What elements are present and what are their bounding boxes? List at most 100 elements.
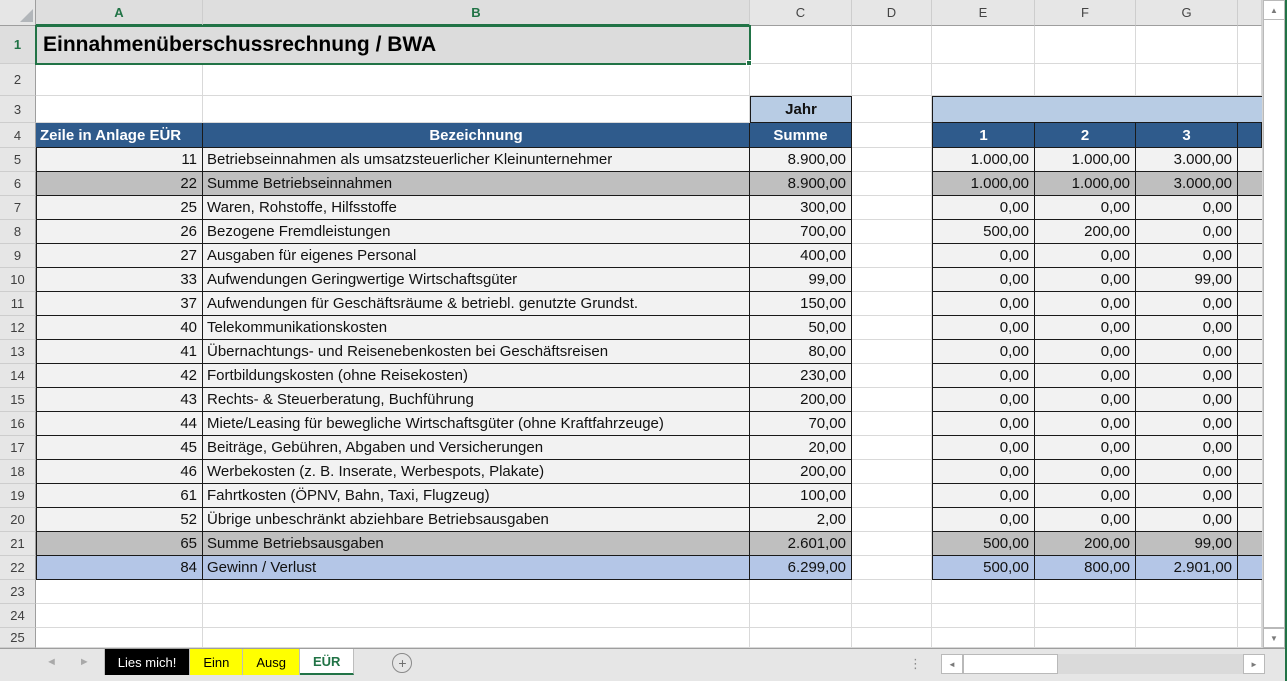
cell-zeile[interactable]: 84 [36,556,203,580]
cell-zeile[interactable]: 43 [36,388,203,412]
cell-summe[interactable]: 2.601,00 [750,532,852,556]
tab-scroll-left-icon[interactable]: ◄ [46,656,57,668]
sheet-tab[interactable]: Lies mich! [105,649,191,675]
row-header[interactable]: 14 [0,364,36,388]
cell-summe[interactable]: 300,00 [750,196,852,220]
cell-f2[interactable] [1035,64,1136,96]
cell-bezeichnung[interactable]: Miete/Leasing für bewegliche Wirtschafts… [203,412,750,436]
cell-month3[interactable]: 0,00 [1136,484,1238,508]
header-bezeichnung-cell[interactable]: Bezeichnung [203,123,750,148]
row-header[interactable]: 20 [0,508,36,532]
row-header-1[interactable]: 1 [0,26,36,64]
cell-gap[interactable] [852,556,932,580]
row-header[interactable]: 10 [0,268,36,292]
column-header-d[interactable]: D [852,0,932,26]
cell-summe[interactable]: 20,00 [750,436,852,460]
cell-month1[interactable]: 0,00 [932,388,1035,412]
cell-gap[interactable] [852,172,932,196]
row-header[interactable]: 7 [0,196,36,220]
cell-c2[interactable] [750,64,852,96]
cell-bezeichnung[interactable]: Gewinn / Verlust [203,556,750,580]
column-header-a[interactable]: A [36,0,203,26]
cell-partial[interactable] [1238,556,1262,580]
row-header[interactable]: 6 [0,172,36,196]
row-header[interactable]: 22 [0,556,36,580]
cell-bezeichnung[interactable]: Werbekosten (z. B. Inserate, Werbespots,… [203,460,750,484]
row-header[interactable]: 13 [0,340,36,364]
cell-month3[interactable]: 3.000,00 [1136,148,1238,172]
row-header[interactable]: 17 [0,436,36,460]
cell-partial[interactable] [1238,340,1262,364]
row-header[interactable]: 8 [0,220,36,244]
row-header[interactable]: 12 [0,316,36,340]
row-header[interactable]: 5 [0,148,36,172]
row-header[interactable]: 11 [0,292,36,316]
cell-zeile[interactable]: 45 [36,436,203,460]
cell-month1[interactable]: 500,00 [932,220,1035,244]
cell-partial[interactable] [1238,244,1262,268]
cell-month3[interactable]: 0,00 [1136,436,1238,460]
cell-month2[interactable]: 0,00 [1035,484,1136,508]
cell-month3[interactable]: 0,00 [1136,196,1238,220]
cell-month3[interactable]: 3.000,00 [1136,172,1238,196]
cell-partial[interactable] [1238,292,1262,316]
cell-h24[interactable] [1238,604,1262,628]
column-header-partial[interactable] [1238,0,1262,26]
cell-gap[interactable] [852,220,932,244]
cell-month2[interactable]: 200,00 [1035,532,1136,556]
cell-summe[interactable]: 100,00 [750,484,852,508]
cell-c1[interactable] [750,26,852,64]
header-partial-cell[interactable] [1238,123,1262,148]
vertical-scroll-thumb[interactable] [1263,20,1285,628]
cell-month1[interactable]: 0,00 [932,364,1035,388]
month-band-cell[interactable] [932,96,1262,123]
row-header[interactable]: 19 [0,484,36,508]
cell-month3[interactable]: 99,00 [1136,532,1238,556]
row-header[interactable]: 16 [0,412,36,436]
cell-summe[interactable]: 50,00 [750,316,852,340]
cell-d23[interactable] [852,580,932,604]
cell-f23[interactable] [1035,580,1136,604]
cell-month3[interactable]: 0,00 [1136,364,1238,388]
cell-partial[interactable] [1238,508,1262,532]
cell-partial[interactable] [1238,148,1262,172]
cell-b2[interactable] [203,64,750,96]
cell-g23[interactable] [1136,580,1238,604]
cell-month2[interactable]: 0,00 [1035,340,1136,364]
cell-h23[interactable] [1238,580,1262,604]
cell-b24[interactable] [203,604,750,628]
cell-zeile[interactable]: 65 [36,532,203,556]
cell-bezeichnung[interactable]: Betriebseinnahmen als umsatzsteuerlicher… [203,148,750,172]
cell-month3[interactable]: 0,00 [1136,412,1238,436]
cell-bezeichnung[interactable]: Ausgaben für eigenes Personal [203,244,750,268]
horizontal-scroll-thumb[interactable] [963,654,1058,674]
cell-summe[interactable]: 700,00 [750,220,852,244]
cell-f24[interactable] [1035,604,1136,628]
cell-month2[interactable]: 0,00 [1035,364,1136,388]
cell-month1[interactable]: 500,00 [932,556,1035,580]
cell-g25[interactable] [1136,628,1238,648]
cell-month1[interactable]: 0,00 [932,340,1035,364]
cell-partial[interactable] [1238,220,1262,244]
column-header-c[interactable]: C [750,0,852,26]
cell-month3[interactable]: 0,00 [1136,340,1238,364]
cell-b25[interactable] [203,628,750,648]
cell-f25[interactable] [1035,628,1136,648]
cell-bezeichnung[interactable]: Summe Betriebseinnahmen [203,172,750,196]
header-month1-cell[interactable]: 1 [932,123,1035,148]
cell-month2[interactable]: 0,00 [1035,244,1136,268]
cell-b3[interactable] [203,96,750,123]
cell-zeile[interactable]: 22 [36,172,203,196]
row-header-23[interactable]: 23 [0,580,36,604]
cell-zeile[interactable]: 40 [36,316,203,340]
cell-bezeichnung[interactable]: Übernachtungs- und Reisenebenkosten bei … [203,340,750,364]
cell-h1[interactable] [1238,26,1262,64]
cell-month2[interactable]: 1.000,00 [1035,148,1136,172]
scroll-left-button[interactable]: ◄ [941,654,963,674]
cell-e1[interactable] [932,26,1035,64]
cell-zeile[interactable]: 61 [36,484,203,508]
cell-a3[interactable] [36,96,203,123]
column-header-e[interactable]: E [932,0,1035,26]
cell-summe[interactable]: 200,00 [750,460,852,484]
cell-month2[interactable]: 0,00 [1035,268,1136,292]
